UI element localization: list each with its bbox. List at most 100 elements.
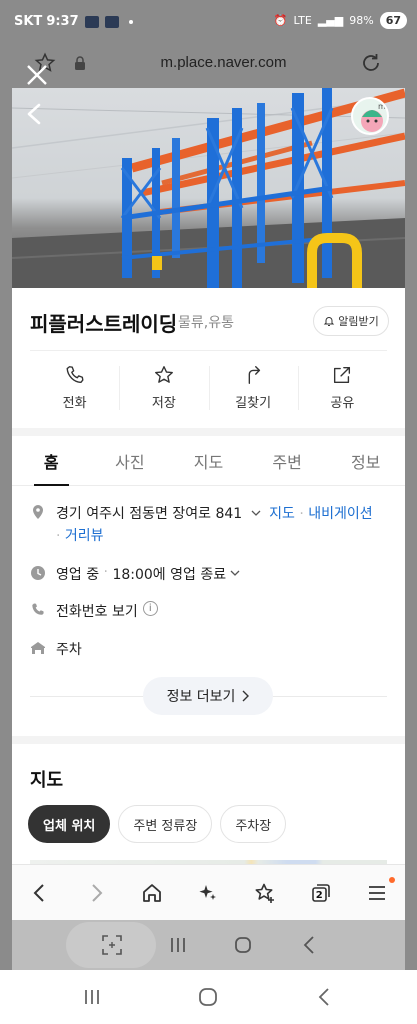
- star-plus-icon: [255, 883, 274, 903]
- notification-icon: [104, 15, 119, 28]
- carrier-label: SKT: [14, 14, 43, 29]
- sparkle-icon: [199, 884, 217, 900]
- hours-separator: ·: [99, 564, 113, 580]
- url-text[interactable]: m.place.naver.com: [0, 54, 417, 71]
- place-photo[interactable]: [12, 88, 405, 288]
- link-separator: ·: [56, 528, 61, 544]
- overlay-nav-bar: [12, 920, 405, 970]
- chevron-right-icon: [242, 690, 250, 702]
- call-label: 전화: [62, 396, 87, 411]
- network-label: LTE: [293, 14, 312, 27]
- tab-photos[interactable]: 사진: [91, 436, 170, 485]
- parking-row: 주차: [30, 639, 395, 659]
- browser-ai-button[interactable]: [180, 865, 236, 920]
- parking-label: 주차: [56, 642, 82, 658]
- address-text-block: 경기 여주시 점동면 장여로 841 지도 · 내비게이션 · 거리뷰: [56, 503, 373, 547]
- action-row: 전화 저장 길찾기 공유: [30, 362, 387, 418]
- chevron-left-icon: [33, 883, 44, 902]
- hours-row[interactable]: 영업 중 · 18:00에 영업 종료: [30, 564, 395, 584]
- parking-icon: [31, 642, 45, 654]
- call-button[interactable]: 전화: [30, 362, 119, 418]
- phone-screen: SKT 9:37 ⏰ LTE ▂▄▆ 98% 67 m.place.naver.…: [0, 0, 417, 1024]
- browser-back-button[interactable]: [12, 865, 68, 920]
- save-label: 저장: [151, 396, 176, 411]
- address-bar[interactable]: m.place.naver.com: [0, 44, 417, 86]
- map-link[interactable]: 지도: [269, 506, 295, 522]
- more-info-label: 정보 더보기: [166, 689, 236, 705]
- status-bar: SKT 9:37 ⏰ LTE ▂▄▆ 98% 67: [0, 0, 417, 44]
- location-pin-icon: [33, 505, 43, 519]
- hamburger-menu-icon: [368, 885, 385, 900]
- bell-icon: [324, 317, 335, 326]
- share-button[interactable]: 공유: [297, 362, 387, 418]
- recent-apps-icon[interactable]: [80, 985, 104, 1009]
- tab-home[interactable]: 홈: [12, 436, 91, 486]
- chevron-down-icon[interactable]: [251, 508, 261, 518]
- back-nav-icon[interactable]: [312, 985, 336, 1009]
- info-circle-icon[interactable]: i: [142, 601, 158, 616]
- chip-nearby-stops[interactable]: 주변 정류장: [118, 805, 213, 843]
- hours-detail: 18:00에 영업 종료: [112, 567, 227, 583]
- browser-home-button[interactable]: [124, 865, 180, 920]
- clock: 9:37: [46, 14, 79, 29]
- home-nav-icon[interactable]: [231, 933, 255, 957]
- hours-status: 영업 중: [56, 567, 100, 583]
- tab-map[interactable]: 지도: [169, 436, 248, 485]
- info-section: 경기 여주시 점동면 장여로 841 지도 · 내비게이션 · 거리뷰 영업 중…: [12, 486, 405, 736]
- street-view-link[interactable]: 거리뷰: [65, 528, 104, 544]
- phone-icon: [66, 366, 84, 384]
- chevron-down-icon[interactable]: [230, 568, 240, 578]
- notify-button[interactable]: 알림받기: [313, 306, 389, 336]
- tab-bar: 홈 사진 지도 주변 정보: [12, 436, 405, 486]
- refresh-icon[interactable]: [359, 51, 383, 75]
- browser-tabs-button[interactable]: 2: [293, 865, 349, 920]
- phone-row[interactable]: 전화번호 보기 i: [30, 601, 395, 621]
- address-text[interactable]: 경기 여주시 점동면 장여로 841: [56, 506, 242, 522]
- close-icon[interactable]: [24, 62, 50, 88]
- place-name: 피플러스트레이딩: [30, 312, 178, 336]
- navigation-link[interactable]: 내비게이션: [308, 506, 372, 522]
- browser-bookmark-button[interactable]: [237, 865, 293, 920]
- divider: [30, 350, 387, 351]
- share-icon: [334, 366, 351, 384]
- phone-icon: [32, 603, 44, 615]
- star-icon: [154, 366, 173, 383]
- link-separator: ·: [299, 506, 304, 522]
- place-header: 피플러스트레이딩 물류,유통 알림받기 전화 저장 길찾기 공유: [12, 288, 405, 428]
- back-arrow-icon[interactable]: [24, 102, 46, 126]
- browser-top-area: SKT 9:37 ⏰ LTE ▂▄▆ 98% 67 m.place.naver.…: [0, 0, 417, 88]
- tab-count-badge[interactable]: 67: [379, 12, 407, 29]
- clock-icon: [31, 566, 45, 580]
- system-nav-bar: [0, 970, 417, 1024]
- phone-label[interactable]: 전화번호 보기: [56, 601, 138, 621]
- directions-button[interactable]: 길찾기: [208, 362, 298, 418]
- tab-info[interactable]: 정보: [326, 436, 405, 485]
- dim-edge-right: [405, 88, 417, 970]
- map-section: 지도 업체 위치 주변 정류장 주차장: [12, 744, 405, 866]
- battery-percent: 98%: [349, 14, 374, 27]
- status-right: ⏰ LTE ▂▄▆ 98% 67: [274, 12, 407, 29]
- directions-icon: [248, 366, 261, 384]
- status-left: SKT 9:37: [14, 14, 133, 29]
- tab-nearby[interactable]: 주변: [248, 436, 327, 485]
- more-info-button[interactable]: 정보 더보기: [143, 677, 273, 715]
- back-nav-icon[interactable]: [297, 933, 321, 957]
- notify-button-label: 알림받기: [338, 315, 379, 328]
- map-section-title: 지도: [30, 770, 64, 791]
- screenshot-icon[interactable]: [100, 933, 124, 957]
- map-chip-row: 업체 위치 주변 정류장 주차장: [28, 805, 287, 843]
- notification-icon: [84, 15, 99, 28]
- browser-toolbar: 2: [12, 864, 405, 920]
- browser-forward-button[interactable]: [68, 865, 124, 920]
- recent-apps-icon[interactable]: [166, 933, 190, 957]
- warehouse-rack-illustration: [12, 88, 405, 288]
- save-button[interactable]: 저장: [119, 362, 208, 418]
- home-nav-icon[interactable]: [196, 985, 220, 1009]
- more-notifications-icon: [128, 19, 133, 24]
- alarm-icon: ⏰: [273, 14, 288, 27]
- browser-menu-button[interactable]: [349, 865, 405, 920]
- chip-parking-lot[interactable]: 주차장: [220, 805, 287, 843]
- directions-label: 길찾기: [235, 396, 272, 411]
- avatar[interactable]: my: [351, 97, 389, 135]
- chip-business-location[interactable]: 업체 위치: [28, 805, 111, 843]
